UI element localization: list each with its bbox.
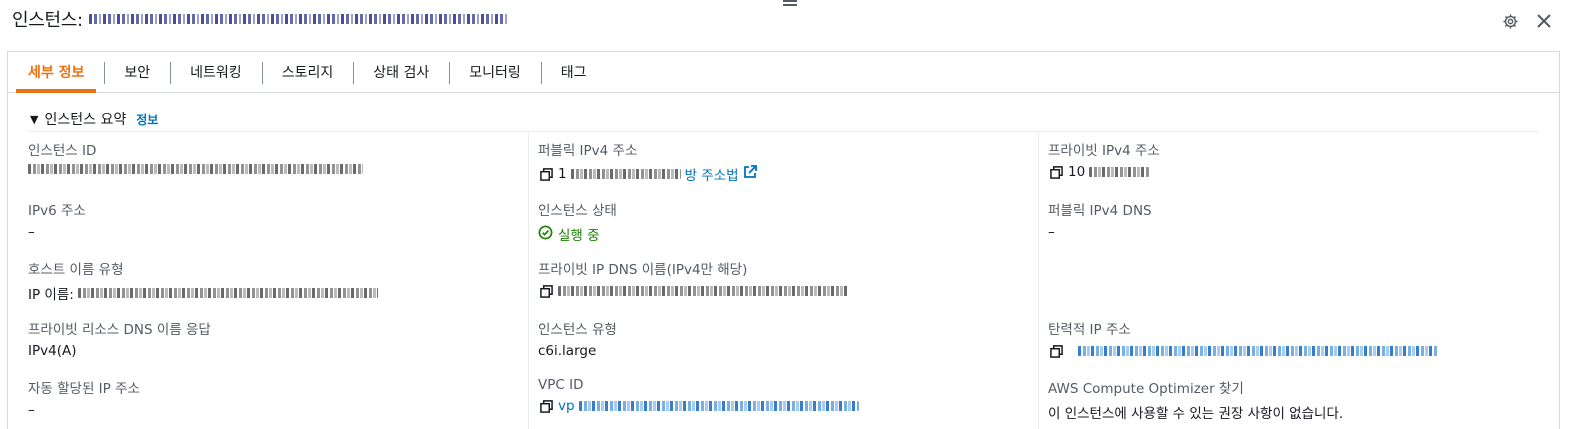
page-title-text: 인스턴스: xyxy=(12,10,83,31)
redacted-vpc-id[interactable] xyxy=(578,401,859,411)
hostname-prefix: IP 이름: xyxy=(28,287,74,303)
field-elastic-ip: 탄력적 IP 주소 xyxy=(1048,318,1438,359)
collapse-caret-icon[interactable]: ▼ xyxy=(30,113,38,126)
tab-monitoring[interactable]: 모니터링 xyxy=(449,52,541,92)
instance-details-panel: 세부 정보 보안 네트워킹 스토리지 상태 검사 모니터링 태그 ▼ 인스턴스 … xyxy=(7,51,1560,429)
redacted-hostname xyxy=(77,288,378,298)
tab-bar: 세부 정보 보안 네트워킹 스토리지 상태 검사 모니터링 태그 xyxy=(8,52,1559,93)
field-private-ipv4: 프라이빗 IPv4 주소 10 xyxy=(1048,143,1160,180)
field-instance-id: 인스턴스 ID xyxy=(28,139,363,174)
field-compute-optimizer: AWS Compute Optimizer 찾기 이 인스턴스에 사용할 수 있… xyxy=(1048,381,1344,422)
public-ip-prefix: 1 xyxy=(558,166,567,182)
copy-icon[interactable] xyxy=(1048,343,1064,359)
column-divider xyxy=(528,132,529,429)
close-icon[interactable] xyxy=(1535,12,1553,30)
tab-details[interactable]: 세부 정보 xyxy=(8,52,104,93)
state-value: 실행 중 xyxy=(558,228,600,244)
field-instance-state: 인스턴스 상태 실행 중 xyxy=(538,203,617,244)
page-title: 인스턴스: xyxy=(12,6,509,32)
tab-security[interactable]: 보안 xyxy=(104,52,170,92)
check-circle-icon xyxy=(538,225,553,244)
field-public-dns: 퍼블릭 IPv4 DNS – xyxy=(1048,203,1152,240)
field-auto-ip: 자동 할당된 IP 주소 – xyxy=(28,381,140,418)
tab-networking[interactable]: 네트워킹 xyxy=(170,52,262,92)
field-public-ipv4: 퍼블릭 IPv4 주소 1 방 주소법 xyxy=(538,139,757,184)
section-divider xyxy=(28,131,1539,132)
copy-icon[interactable] xyxy=(538,283,554,299)
redacted-instance-id xyxy=(28,164,363,174)
copy-icon[interactable] xyxy=(538,398,554,414)
external-link-icon[interactable] xyxy=(743,165,757,183)
field-hostname-type: 호스트 이름 유형 IP 이름: xyxy=(28,258,378,303)
tab-tags[interactable]: 태그 xyxy=(540,52,607,92)
column-divider xyxy=(1038,132,1039,429)
tab-status-checks[interactable]: 상태 검사 xyxy=(353,52,449,92)
field-instance-type: 인스턴스 유형 c6i.large xyxy=(538,322,617,359)
info-link[interactable]: 정보 xyxy=(136,111,158,128)
section-title: 인스턴스 요약 xyxy=(44,112,127,128)
redacted-elastic-ip[interactable] xyxy=(1078,346,1438,356)
copy-icon[interactable] xyxy=(1048,164,1064,180)
redacted-public-ip xyxy=(570,169,681,179)
field-ipv6: IPv6 주소 – xyxy=(28,203,86,240)
section-header: ▼ 인스턴스 요약 정보 xyxy=(30,109,158,129)
tab-storage[interactable]: 스토리지 xyxy=(261,52,354,92)
private-ip-prefix: 10 xyxy=(1068,164,1086,180)
field-private-ip-dns: 프라이빗 IP DNS 이름(IPv4만 해당) xyxy=(538,258,848,299)
vpc-id-link[interactable]: vp xyxy=(558,398,575,414)
gear-icon[interactable] xyxy=(1501,12,1519,30)
panel-drag-handle[interactable] xyxy=(783,0,797,10)
copy-icon[interactable] xyxy=(538,166,554,182)
field-private-dns-answer: 프라이빗 리소스 DNS 이름 응답 IPv4(A) xyxy=(28,322,211,359)
redacted-private-dns xyxy=(558,286,848,296)
redacted-private-ip xyxy=(1089,167,1150,177)
open-address-link[interactable]: 방 주소법 xyxy=(685,164,739,184)
redacted-instance-name xyxy=(88,14,509,24)
field-vpc-id: VPC ID vp xyxy=(538,377,859,414)
